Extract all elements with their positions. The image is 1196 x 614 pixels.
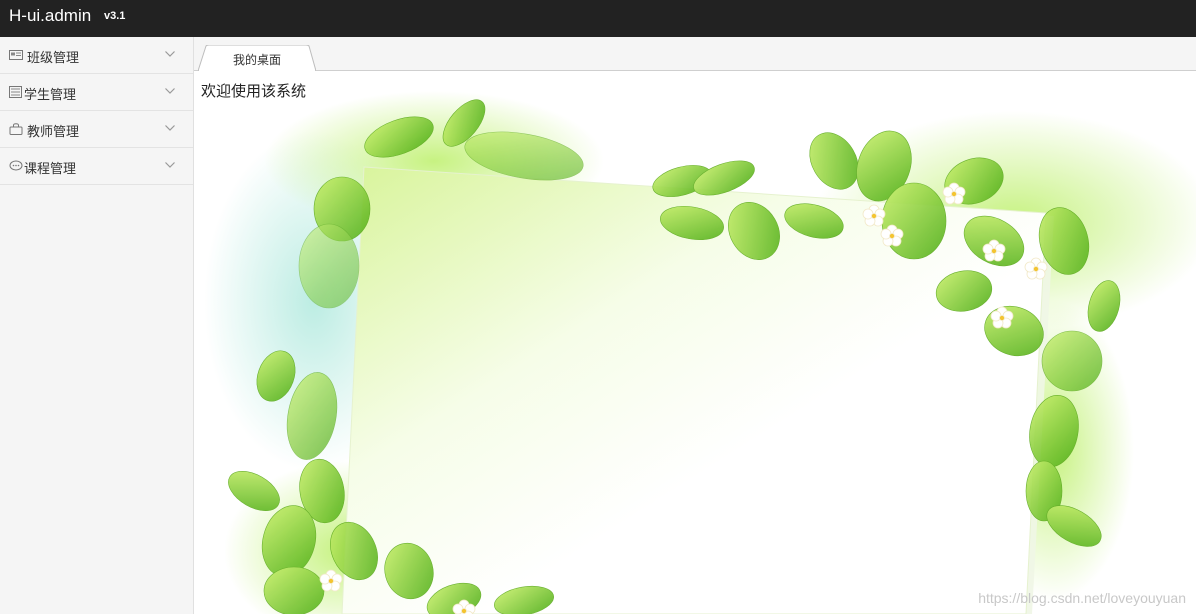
app-version: v3.1 xyxy=(104,10,126,22)
desktop-content: 欢迎使用该系统 https://blog.csdn.net/loveyouyua… xyxy=(194,71,1196,614)
sidebar-item-course-management[interactable]: 课程管理 xyxy=(0,148,193,185)
sidebar-item-student-management[interactable]: 学生管理 xyxy=(0,74,193,111)
sidebar-item-label: 班级管理 xyxy=(27,51,80,66)
sidebar-item-label: 教师管理 xyxy=(27,125,80,140)
chevron-down-icon[interactable] xyxy=(165,51,175,57)
leaf-frame-background xyxy=(204,91,1196,614)
student-list-icon xyxy=(9,86,22,98)
tab-my-desktop[interactable]: 我的桌面 xyxy=(198,45,316,71)
chevron-down-icon[interactable] xyxy=(165,125,175,131)
tab-label: 我的桌面 xyxy=(232,53,281,67)
sidebar-item-label: 学生管理 xyxy=(24,88,77,103)
tab-bar: 我的桌面 xyxy=(194,37,1196,71)
welcome-message: 欢迎使用该系统 xyxy=(201,82,307,100)
class-card-icon xyxy=(9,50,23,60)
chevron-down-icon[interactable] xyxy=(165,88,175,94)
sidebar-item-label: 课程管理 xyxy=(24,162,77,177)
top-header: H-ui.admin v3.1 xyxy=(0,0,1196,37)
chevron-down-icon[interactable] xyxy=(165,162,175,168)
watermark: https://blog.csdn.net/loveyouyuan xyxy=(978,590,1186,606)
app-logo[interactable]: H-ui.admin xyxy=(9,6,91,26)
sidebar: 班级管理 学生管理 教师管理 课程管理 xyxy=(0,37,194,614)
course-chat-icon xyxy=(9,160,23,171)
teacher-bag-icon xyxy=(9,123,23,135)
sidebar-item-teacher-management[interactable]: 教师管理 xyxy=(0,111,193,148)
sidebar-item-class-management[interactable]: 班级管理 xyxy=(0,37,193,74)
